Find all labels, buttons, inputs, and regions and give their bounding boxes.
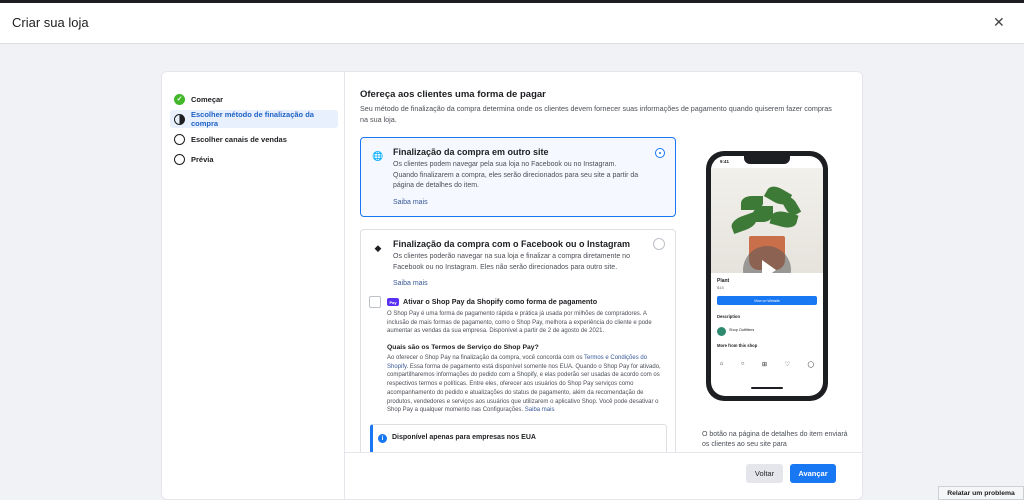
check-circle-icon: ✓ <box>174 93 185 105</box>
description-label: Description <box>717 314 741 319</box>
profile-icon: ◯ <box>807 361 815 368</box>
phone-tab-bar: ⌂ ○ ⊞ ♡ ◯ <box>711 358 823 370</box>
more-from-shop-label: More from this shop <box>717 343 758 348</box>
search-icon: ○ <box>740 361 745 367</box>
dialog-header: Criar sua loja ✕ <box>0 3 1024 44</box>
report-problem-button[interactable]: Relatar um problema <box>938 486 1024 500</box>
phone-time: 9:41 <box>720 159 730 164</box>
back-button[interactable]: Voltar <box>746 464 783 483</box>
option-description: Os clientes podem navegar pela sua loja … <box>393 161 639 189</box>
preview-note: O botão na página de detalhes do item en… <box>702 431 848 448</box>
step-comecar[interactable]: ✓ Começar <box>170 90 338 108</box>
product-price: $15 <box>717 285 724 290</box>
main-header: Ofereça aos clientes uma forma de pagar … <box>360 89 840 125</box>
phone-screen: 9:41 Plant $15 View on Website Descripti… <box>711 156 823 396</box>
dialog-footer: Voltar Avançar <box>345 452 862 499</box>
radio-offsite-checkout[interactable] <box>656 149 664 157</box>
half-circle-icon <box>174 113 185 125</box>
empty-circle-icon <box>174 153 185 165</box>
product-image <box>711 168 823 273</box>
step-sales-channels[interactable]: Escolher canais de vendas <box>170 130 338 148</box>
option-offsite-checkout[interactable]: 🌐 Finalização da compra em outro site Os… <box>360 137 676 217</box>
steps-sidebar: ✓ Começar Escolher método de finalização… <box>162 72 345 499</box>
add-icon: ⊞ <box>762 361 768 368</box>
step-label: Escolher canais de vendas <box>191 134 287 144</box>
step-label: Escolher método de finalização da compra <box>191 110 314 128</box>
step-label: Começar <box>191 94 224 104</box>
page-title: Ofereça aos clientes uma forma de pagar <box>360 89 546 100</box>
page-description: Seu método de finalização da compra dete… <box>360 104 832 124</box>
learn-more-link[interactable]: Saiba mais <box>525 407 555 413</box>
product-name: Plant <box>717 278 730 284</box>
close-icon[interactable]: ✕ <box>993 14 1005 31</box>
step-label: Prévia <box>191 154 214 164</box>
option-title: Finalização da compra em outro site <box>393 147 549 157</box>
radio-facebook-checkout[interactable] <box>653 238 665 250</box>
tag-icon: ◆ <box>374 242 382 253</box>
heart-icon: ♡ <box>784 361 790 368</box>
home-icon: ⌂ <box>719 361 724 367</box>
shoppay-checkbox[interactable] <box>369 296 381 308</box>
empty-circle-icon <box>174 133 185 145</box>
option-title: Finalização da compra com o Facebook ou … <box>393 239 631 249</box>
shoppay-text: O Shop Pay é uma forma de pagamento rápi… <box>387 311 652 335</box>
notice-text: Disponível apenas para empresas nos EUA <box>392 434 536 441</box>
info-icon: i <box>378 434 387 443</box>
shoppay-logo-icon: Pay <box>387 298 399 306</box>
home-indicator <box>751 387 783 389</box>
setup-card: ✓ Começar Escolher método de finalização… <box>161 71 863 500</box>
phone-preview: 9:41 Plant $15 View on Website Descripti… <box>706 151 828 401</box>
next-button[interactable]: Avançar <box>790 464 836 483</box>
learn-more-link[interactable]: Saiba mais <box>393 199 428 206</box>
option-description: Os clientes poderão navegar na sua loja … <box>393 253 630 271</box>
learn-more-link[interactable]: Saiba mais <box>393 280 428 287</box>
us-only-notice: i Disponível apenas para empresas nos EU… <box>370 424 667 454</box>
shop-avatar <box>717 327 726 336</box>
shoppay-terms-text: Ao oferecer o Shop Pay na finalização da… <box>387 354 667 415</box>
view-on-website-button: View on Website <box>717 296 817 305</box>
phone-notch <box>744 156 790 164</box>
step-checkout-method[interactable]: Escolher método de finalização da compra <box>170 110 338 128</box>
terms-text-pre: Ao oferecer o Shop Pay na finalização da… <box>387 355 585 361</box>
shoppay-title: Ativar o Shop Pay da Shopify como forma … <box>403 297 598 306</box>
step-preview[interactable]: Prévia <box>170 150 338 168</box>
dialog-title: Criar sua loja <box>12 15 89 30</box>
globe-icon: 🌐 <box>372 150 384 161</box>
shoppay-terms-title: Quais são os Termos de Serviço do Shop P… <box>387 344 539 351</box>
shop-name: Shop Outfitters <box>729 328 755 332</box>
terms-text-post: . Essa forma de pagamento está disponíve… <box>387 363 661 414</box>
